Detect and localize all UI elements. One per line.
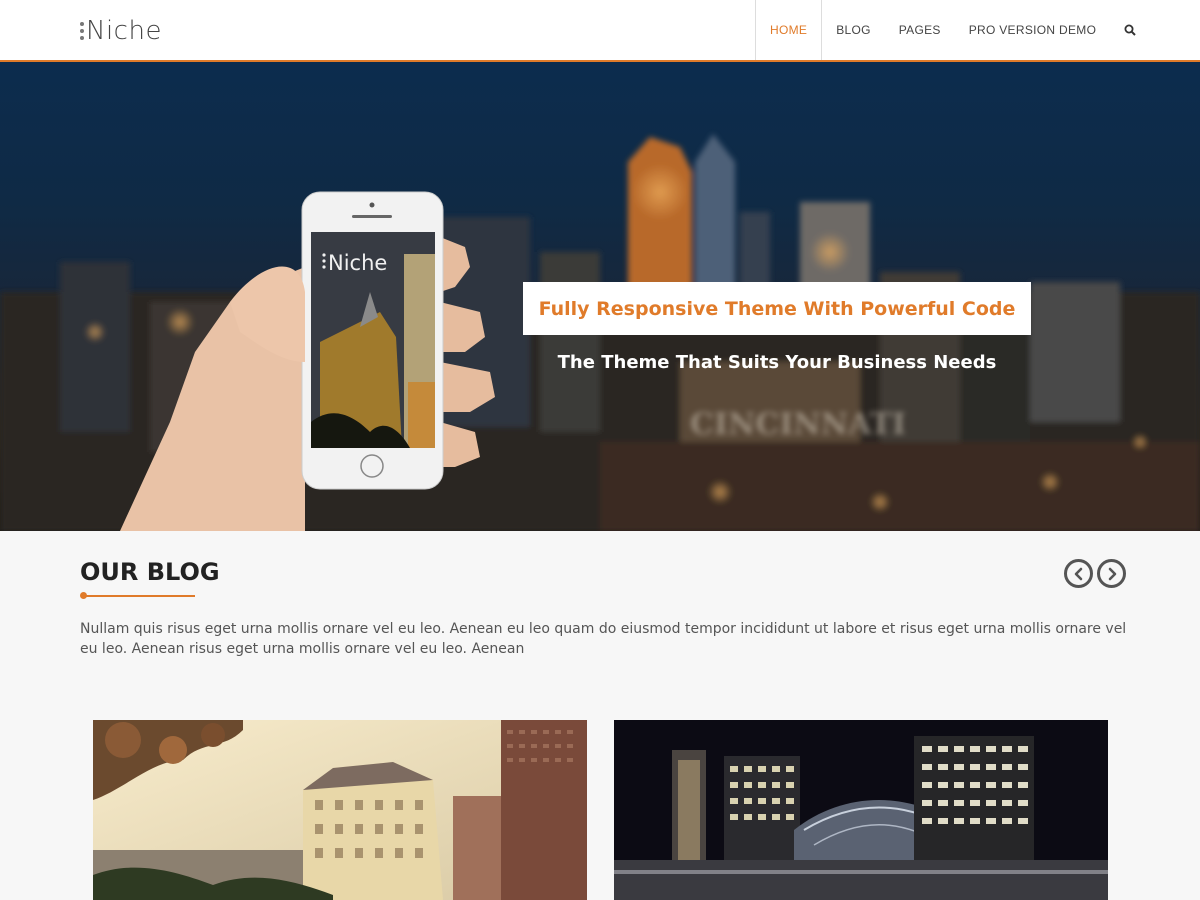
blog-post-image-2[interactable] — [614, 720, 1108, 900]
search-button[interactable] — [1110, 0, 1150, 60]
site-logo[interactable]: Niche — [80, 14, 162, 48]
nav-item-pages[interactable]: PAGES — [885, 0, 955, 60]
site-header: Niche HOME BLOG PAGES PRO VERSION DEMO — [0, 0, 1200, 62]
blog-heading-underline — [80, 592, 195, 599]
hero-title-box: Fully Responsive Theme With Powerful Cod… — [523, 282, 1031, 335]
blog-heading: OUR BLOG — [80, 558, 220, 586]
city-sign-text: CINCINNATI — [690, 407, 906, 442]
search-icon — [1124, 24, 1136, 36]
blog-description: Nullam quis risus eget urna mollis ornar… — [80, 621, 1127, 657]
nav-item-home[interactable]: HOME — [755, 0, 823, 60]
logo-dots-icon — [80, 22, 84, 40]
blog-post-image-1[interactable] — [93, 720, 587, 900]
logo-text: Niche — [86, 16, 162, 46]
phone-logo-text: Niche — [328, 251, 387, 275]
hero-title: Fully Responsive Theme With Powerful Cod… — [538, 297, 1016, 320]
chevron-left-icon — [1074, 567, 1082, 580]
nav-item-pro-version-demo[interactable]: PRO VERSION DEMO — [955, 0, 1110, 60]
hero-subtitle: The Theme That Suits Your Business Needs — [557, 352, 997, 373]
hero-banner: CINCINNATI Niche Fully Responsive Theme … — [0, 62, 1200, 531]
nav-item-blog[interactable]: BLOG — [822, 0, 885, 60]
blog-carousel-controls — [1064, 559, 1126, 588]
blog-next-button[interactable] — [1097, 559, 1126, 588]
chevron-right-icon — [1108, 567, 1116, 580]
blog-prev-button[interactable] — [1064, 559, 1093, 588]
main-nav: HOME BLOG PAGES PRO VERSION DEMO — [755, 0, 1150, 60]
